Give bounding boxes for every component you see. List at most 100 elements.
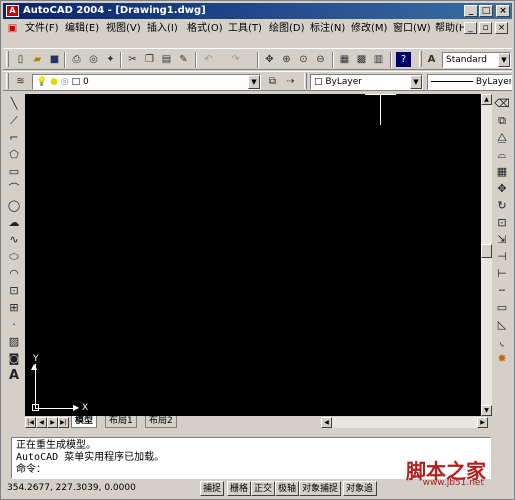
polyline-icon[interactable]: ⌐	[6, 130, 22, 145]
join-icon[interactable]: ▭	[494, 300, 510, 315]
text-style-select[interactable]: Standard ▼	[442, 52, 511, 68]
grid-button[interactable]: 栅格	[227, 481, 252, 496]
tab-model[interactable]: 模型	[71, 416, 98, 428]
open-icon[interactable]: ▰	[30, 52, 45, 67]
polygon-icon[interactable]: ⬠	[6, 147, 22, 162]
doc-close-button[interactable]: ×	[495, 22, 508, 34]
otrack-button[interactable]: 对象追	[343, 481, 377, 496]
scroll-down-button[interactable]: ▼	[481, 405, 492, 416]
maximize-button[interactable]: □	[479, 5, 493, 17]
break-icon[interactable]: ╌	[494, 283, 510, 298]
tool-palettes-icon[interactable]: ▥	[371, 52, 386, 67]
document-icon[interactable]: ▣	[5, 21, 20, 36]
menu-file[interactable]: 文件(F)	[23, 20, 61, 37]
tab-layout1[interactable]: 布局1	[105, 416, 137, 428]
fillet-icon[interactable]: ◟	[494, 334, 510, 349]
zoom-realtime-icon[interactable]: ⊕	[279, 52, 294, 67]
color-control[interactable]: □ ByLayer ▼	[310, 74, 423, 90]
print-icon[interactable]: ⎙	[69, 52, 84, 67]
ortho-button[interactable]: 正交	[251, 481, 276, 496]
undo-icon[interactable]: ↶	[201, 52, 216, 67]
paste-icon[interactable]: ▤	[159, 52, 174, 67]
menu-draw[interactable]: 绘图(D)	[267, 20, 307, 37]
scale-icon[interactable]: ⊡	[494, 215, 510, 230]
tab-last-button[interactable]: ▶|	[58, 417, 69, 428]
extend-icon[interactable]: ⊢	[494, 266, 510, 281]
menu-edit[interactable]: 编辑(E)	[63, 20, 101, 37]
array-icon[interactable]: ▦	[494, 164, 510, 179]
tab-prev-button[interactable]: ◀	[36, 417, 47, 428]
layer-previous-icon[interactable]: ⇢	[283, 74, 298, 89]
rotate-icon[interactable]: ↻	[494, 198, 510, 213]
minimize-button[interactable]: _	[464, 5, 478, 17]
linetype-control[interactable]: ByLayer	[427, 74, 512, 90]
tab-next-button[interactable]: ▶	[47, 417, 58, 428]
make-current-layer-icon[interactable]: ⧉	[265, 74, 280, 89]
preview-icon[interactable]: ◎	[86, 52, 101, 67]
redo-icon[interactable]: ↷	[228, 52, 243, 67]
ellipse-icon[interactable]: ⬭	[6, 249, 22, 264]
menu-insert[interactable]: 插入(I)	[145, 20, 180, 37]
menu-format[interactable]: 格式(O)	[185, 20, 225, 37]
zoom-previous-icon[interactable]: ⊖	[313, 52, 328, 67]
line-icon[interactable]: ╲	[6, 96, 22, 111]
ellipse-arc-icon[interactable]: ◠	[6, 266, 22, 281]
doc-restore-button[interactable]: ▫	[479, 22, 492, 34]
pan-icon[interactable]: ✥	[262, 52, 277, 67]
hatch-icon[interactable]: ▨	[6, 334, 22, 349]
copy-icon[interactable]: ❐	[142, 52, 157, 67]
mirror-icon[interactable]: ⧋	[494, 130, 510, 145]
save-icon[interactable]: ■	[47, 52, 62, 67]
make-block-icon[interactable]: ⊞	[6, 300, 22, 315]
polar-button[interactable]: 极轴	[275, 481, 300, 496]
layer-manager-icon[interactable]: ≋	[13, 74, 28, 89]
layer-select[interactable]: 💡 ● ◎ □ 0 ▼	[32, 74, 261, 90]
cut-icon[interactable]: ✂	[125, 52, 140, 67]
rectangle-icon[interactable]: ▭	[6, 164, 22, 179]
close-button[interactable]: ×	[496, 5, 510, 17]
menu-dimension[interactable]: 标注(N)	[308, 20, 347, 37]
revision-cloud-icon[interactable]: ☁	[6, 215, 22, 230]
standard-toolbar: ▯ ▰ ■ ⎙ ◎ ✦ ✂ ❐ ▤ ✎ ↶ ↷ ✥ ⊕ ⊙ ⊖ ▦ ▩ ▥ ? …	[3, 48, 512, 70]
hscroll-left-button[interactable]: ◀	[321, 417, 332, 428]
scroll-thumb[interactable]	[481, 244, 492, 258]
help-icon[interactable]: ?	[396, 52, 411, 67]
design-center-icon[interactable]: ▩	[354, 52, 369, 67]
copy-object-icon[interactable]: ⧉	[494, 113, 510, 128]
menu-view[interactable]: 视图(V)	[104, 20, 143, 37]
arc-icon[interactable]: ⌒	[6, 181, 22, 196]
region-icon[interactable]: ◙	[6, 351, 22, 366]
drawing-area[interactable]: ▲ ▶ Y X	[25, 94, 481, 416]
spline-icon[interactable]: ∿	[6, 232, 22, 247]
tab-layout2[interactable]: 布局2	[145, 416, 177, 428]
menu-modify[interactable]: 修改(M)	[349, 20, 389, 37]
trim-icon[interactable]: ⊣	[494, 249, 510, 264]
point-icon[interactable]: ·	[6, 317, 22, 332]
snap-button[interactable]: 捕捉	[200, 481, 225, 496]
menu-tools[interactable]: 工具(T)	[226, 20, 264, 37]
tab-first-button[interactable]: |◀	[25, 417, 36, 428]
multiline-text-icon[interactable]: A	[6, 368, 22, 383]
properties-icon[interactable]: ▦	[337, 52, 352, 67]
horizontal-scrollbar[interactable]	[332, 417, 477, 428]
publish-icon[interactable]: ✦	[103, 52, 118, 67]
explode-icon[interactable]: ✸	[494, 351, 510, 366]
zoom-window-icon[interactable]: ⊙	[296, 52, 311, 67]
erase-icon[interactable]: ⌫	[494, 96, 510, 111]
stretch-icon[interactable]: ⇲	[494, 232, 510, 247]
hscroll-right-button[interactable]: ▶	[477, 417, 488, 428]
circle-icon[interactable]: ◯	[6, 198, 22, 213]
offset-icon[interactable]: ⌓	[494, 147, 510, 162]
new-icon[interactable]: ▯	[13, 52, 28, 67]
chamfer-icon[interactable]: ◺	[494, 317, 510, 332]
construction-line-icon[interactable]: ⟋	[6, 113, 22, 128]
scroll-up-button[interactable]: ▲	[481, 94, 492, 105]
vertical-scrollbar[interactable]: ▲ ▼	[481, 94, 492, 416]
osnap-button[interactable]: 对象捕捉	[299, 481, 342, 496]
toolbar-grip[interactable]	[6, 51, 9, 67]
move-icon[interactable]: ✥	[494, 181, 510, 196]
insert-block-icon[interactable]: ⊡	[6, 283, 22, 298]
match-properties-icon[interactable]: ✎	[176, 52, 191, 67]
menu-window[interactable]: 窗口(W)	[391, 20, 433, 37]
doc-minimize-button[interactable]: _	[464, 22, 477, 34]
